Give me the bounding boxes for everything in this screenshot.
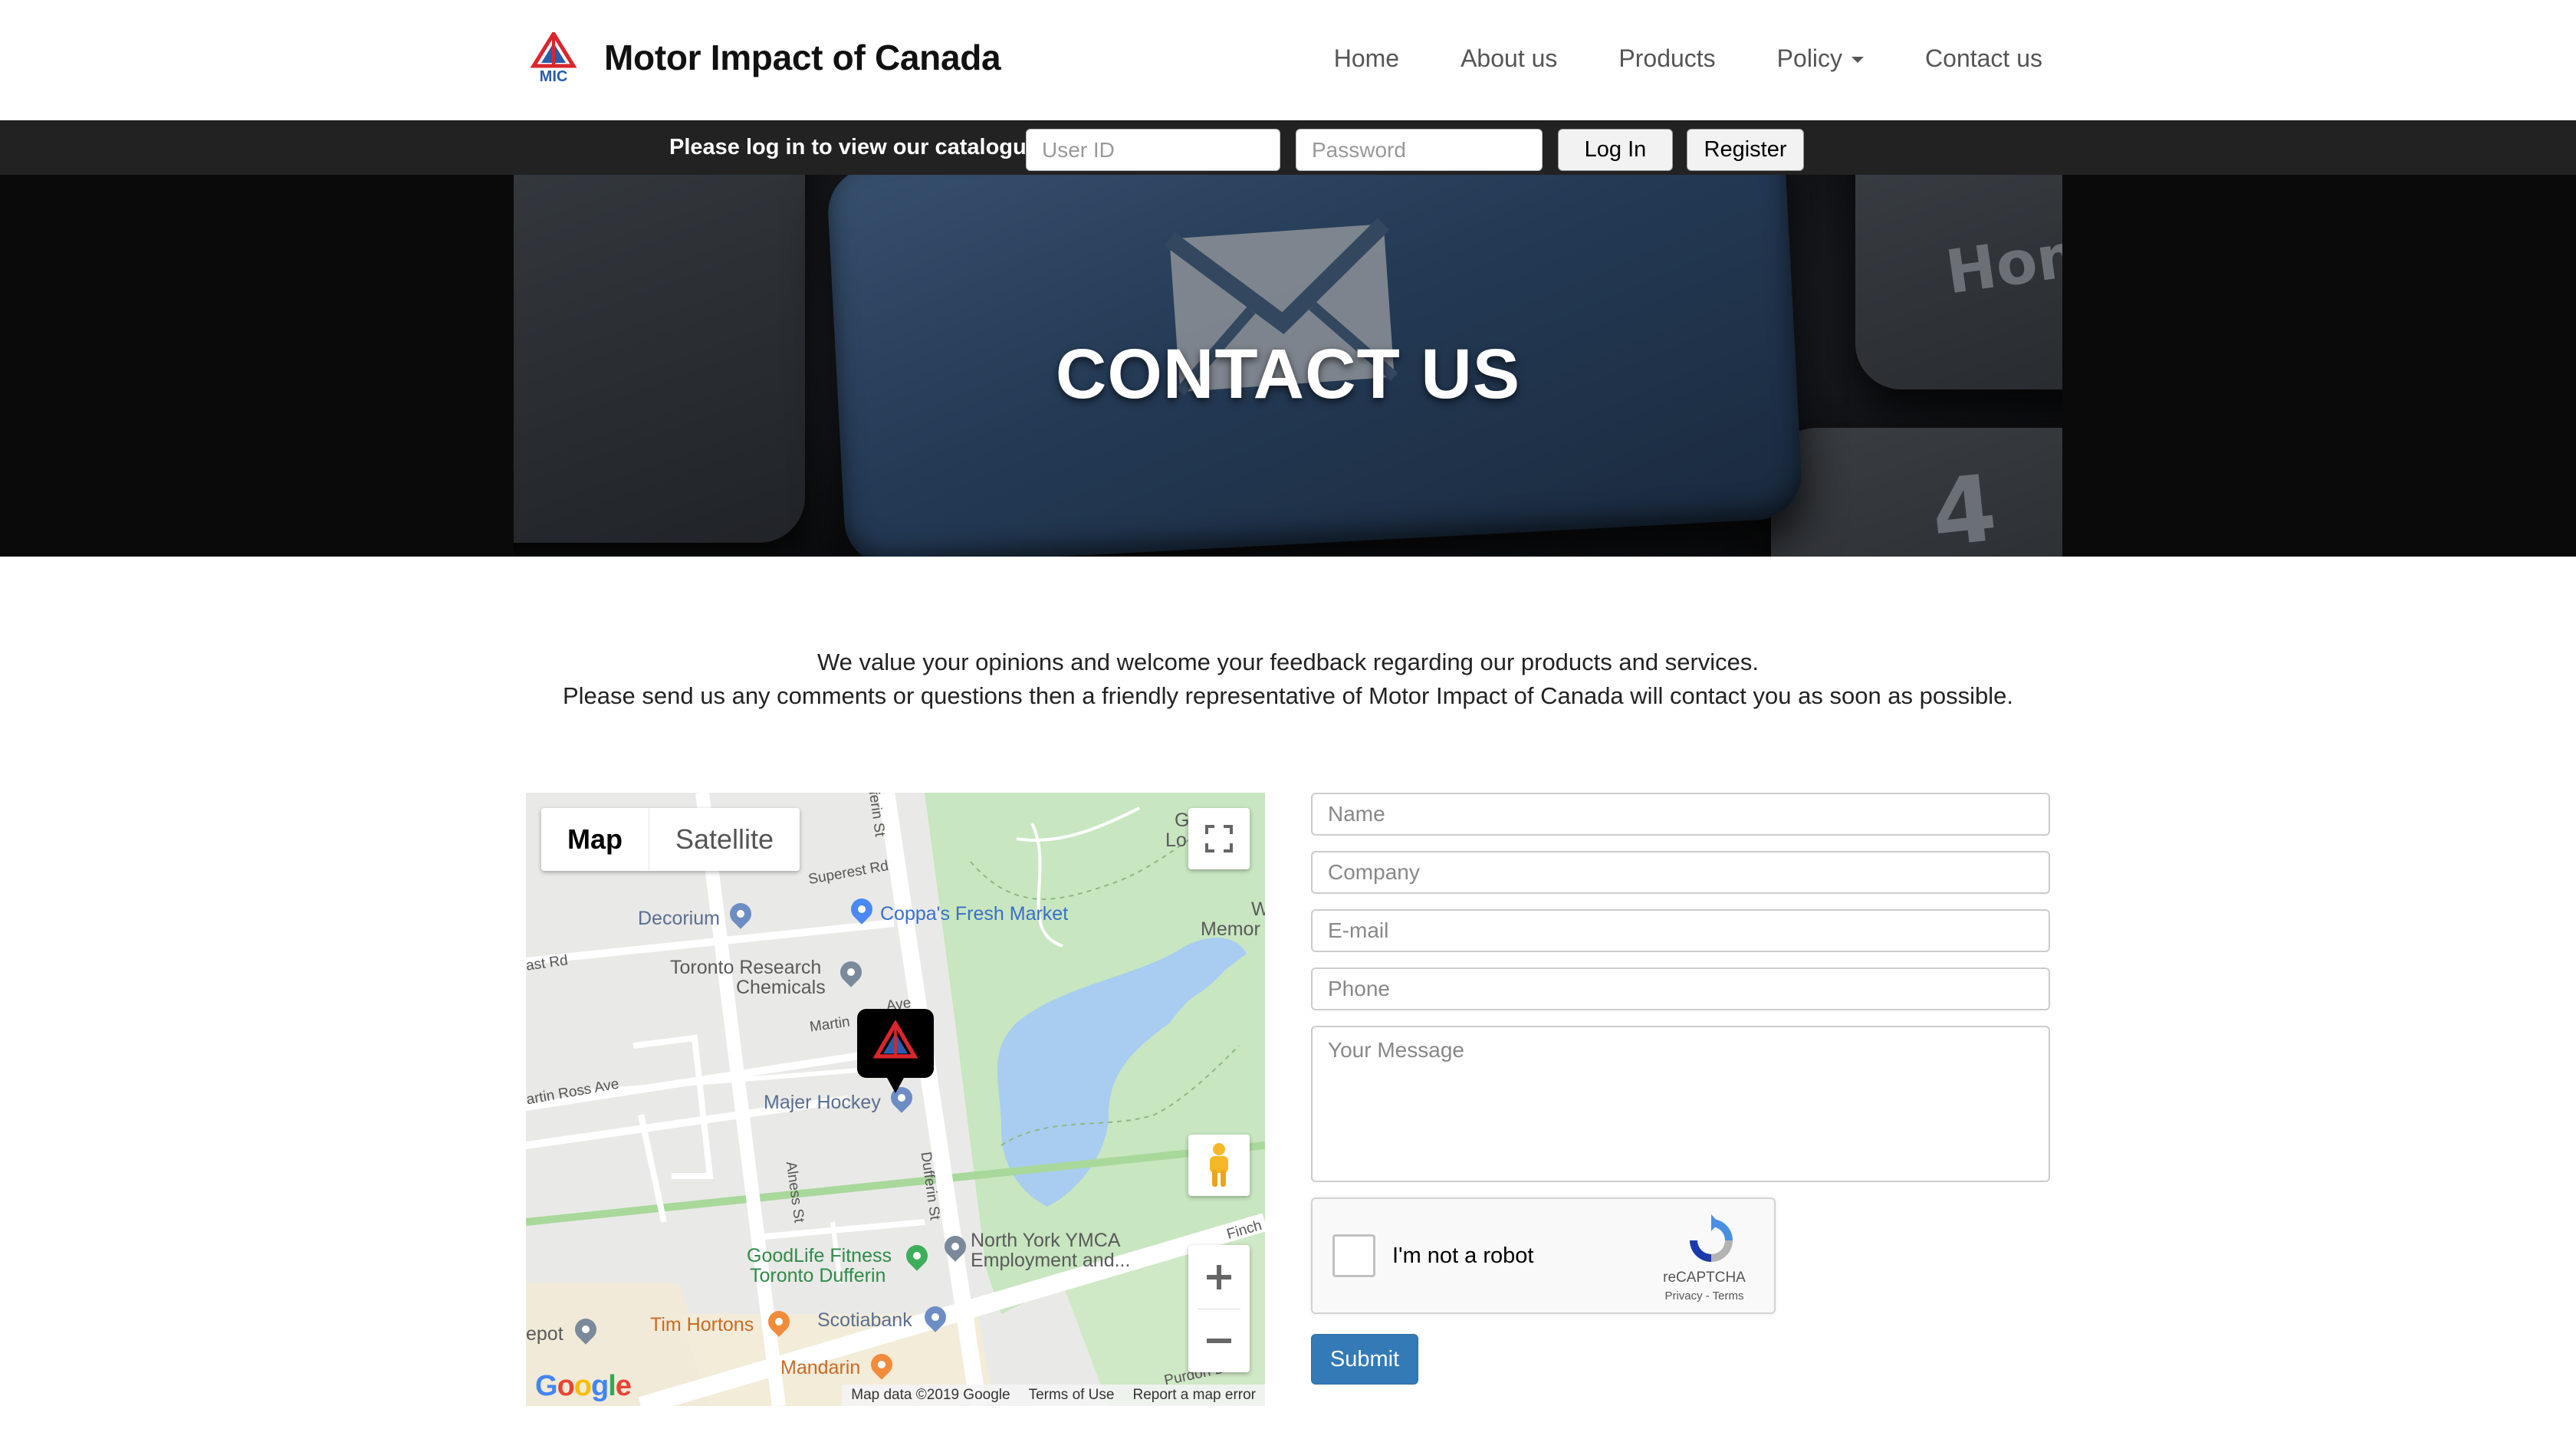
map-poi-label: Memor — [1201, 918, 1260, 940]
main-nav: Home About us Products Policy Contact us — [1273, 0, 2042, 117]
pegman-icon — [1210, 1143, 1228, 1187]
nav-about[interactable]: About us — [1460, 44, 1557, 73]
name-field[interactable] — [1311, 793, 2050, 836]
map-poi-label: W — [1251, 898, 1265, 920]
keyboard-key — [1771, 428, 2062, 557]
map-poi-label: epot — [526, 1323, 564, 1345]
map-type-control: Map Satellite — [541, 808, 800, 871]
map-type-satellite-button[interactable]: Satellite — [649, 808, 800, 871]
map-attribution: Map data ©2019 Google Terms of Use Repor… — [842, 1385, 1265, 1406]
map-poi-label: Majer Hockey — [764, 1092, 881, 1113]
fullscreen-icon — [1205, 825, 1233, 852]
recaptcha-terms-link[interactable]: Privacy - Terms — [1639, 1289, 1769, 1303]
zoom-control — [1188, 1245, 1250, 1372]
top-navbar: MIC Motor Impact of Canada Home About us… — [0, 0, 2576, 120]
map-poi-label: Toronto Research — [670, 957, 822, 978]
map-footer: Google Map data ©2019 Google Terms of Us… — [526, 1370, 1265, 1406]
register-button[interactable]: Register — [1687, 129, 1804, 171]
submit-button[interactable]: Submit — [1311, 1334, 1418, 1385]
login-bar: Please log in to view our catalogue Log … — [0, 120, 2576, 175]
nav-policy-label: Policy — [1776, 44, 1843, 72]
street-view-pegman-button[interactable] — [1188, 1135, 1250, 1196]
google-logo: Google — [535, 1370, 632, 1402]
login-prompt: Please log in to view our catalogue — [669, 135, 1039, 159]
map-poi-label: Tim Hortons — [650, 1314, 754, 1335]
map-poi-label: GoodLife Fitness — [747, 1245, 892, 1266]
company-logo-icon — [872, 1020, 918, 1059]
intro-line: Please send us any comments or questions… — [562, 682, 2013, 709]
recaptcha-icon — [1690, 1214, 1733, 1262]
nav-home[interactable]: Home — [1334, 44, 1399, 73]
phone-field[interactable] — [1311, 967, 2050, 1010]
terms-of-use-link[interactable]: Terms of Use — [1029, 1387, 1115, 1404]
intro-line: We value your opinions and welcome your … — [816, 649, 1760, 675]
map-poi-label: Scotiabank — [817, 1309, 912, 1331]
map-poi-label: G — [1175, 810, 1190, 831]
map-poi-label: Decorium — [638, 908, 720, 929]
map-type-map-button[interactable]: Map — [541, 808, 649, 871]
message-field[interactable] — [1311, 1026, 2050, 1182]
email-field[interactable] — [1311, 909, 2050, 952]
recaptcha-label: I'm not a robot — [1392, 1243, 1534, 1268]
svg-text:MIC: MIC — [540, 68, 568, 83]
recaptcha-widget: I'm not a robot reCAPTCHA Privacy - Term… — [1311, 1197, 1776, 1314]
nav-contact[interactable]: Contact us — [1925, 44, 2042, 73]
zoom-in-button[interactable] — [1188, 1246, 1250, 1309]
intro-text: We value your opinions and welcome your … — [0, 646, 2576, 713]
login-button[interactable]: Log In — [1558, 129, 1673, 171]
fullscreen-button[interactable] — [1188, 808, 1250, 869]
report-map-error-link[interactable]: Report a map error — [1132, 1387, 1256, 1404]
map-poi-label: Lo — [1165, 829, 1187, 851]
zoom-out-button[interactable] — [1188, 1309, 1250, 1372]
map-poi-label: North York YMCA — [971, 1230, 1121, 1251]
brand[interactable]: MIC Motor Impact of Canada — [526, 32, 1001, 83]
map-poi-label: Toronto Dufferin — [750, 1265, 886, 1286]
brand-name: Motor Impact of Canada — [604, 38, 1001, 77]
nav-products[interactable]: Products — [1618, 44, 1715, 73]
nav-policy-dropdown[interactable]: Policy — [1776, 44, 1865, 73]
company-field[interactable] — [1311, 851, 2050, 894]
minus-icon — [1207, 1338, 1231, 1343]
recaptcha-checkbox[interactable] — [1332, 1234, 1375, 1277]
user-id-input[interactable] — [1026, 129, 1280, 171]
hero-banner: Hom 4 CONTACT US — [0, 175, 2576, 557]
key-label: 4 — [1926, 455, 2002, 557]
google-map[interactable]: Decorium Coppa's Fresh Market Toronto Re… — [526, 793, 1265, 1406]
company-location-marker[interactable] — [857, 1009, 934, 1093]
map-poi-label: Employment and... — [971, 1250, 1131, 1271]
password-input[interactable] — [1296, 129, 1543, 171]
plus-icon — [1207, 1264, 1231, 1289]
map-data-credit: Map data ©2019 Google — [851, 1387, 1010, 1403]
map-poi-label: Coppa's Fresh Market — [880, 903, 1069, 925]
company-logo-icon: MIC — [530, 32, 577, 83]
page-title: CONTACT US — [1055, 335, 1521, 413]
recaptcha-brand: reCAPTCHA — [1663, 1270, 1746, 1286]
map-poi-label: Chemicals — [736, 977, 826, 998]
caret-down-icon — [1852, 57, 1865, 63]
